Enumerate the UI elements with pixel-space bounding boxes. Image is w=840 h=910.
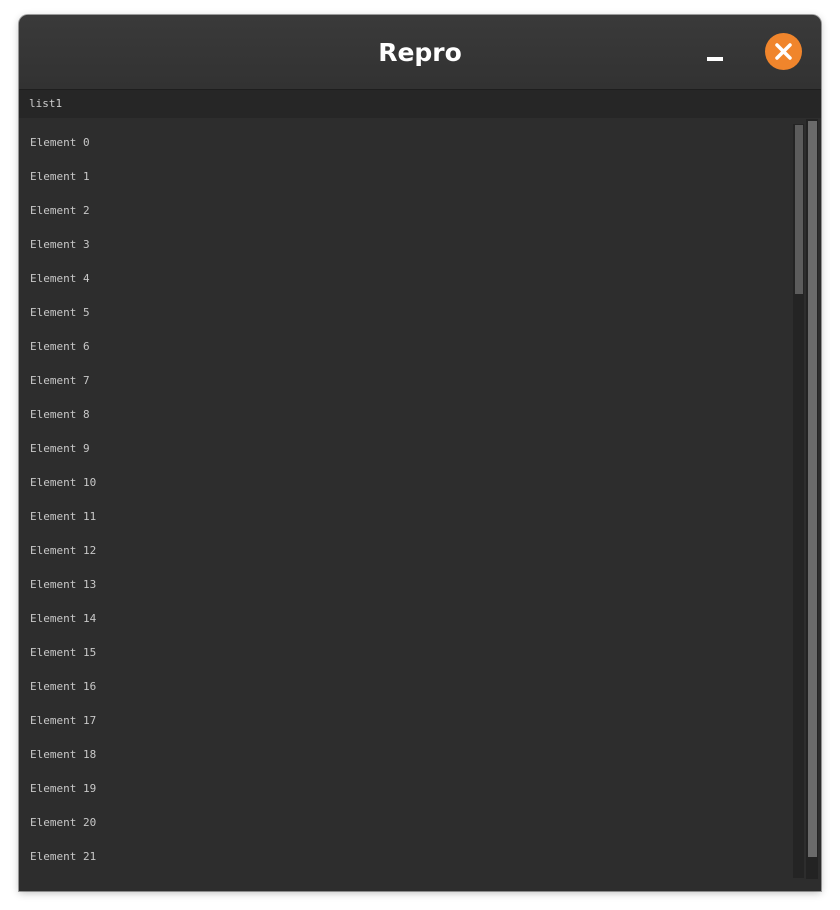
list-item[interactable]: Element 17 <box>30 711 96 731</box>
list-scrollbar-thumb[interactable] <box>795 125 803 294</box>
list-header: list1 <box>19 90 821 118</box>
list-item[interactable]: Element 1 <box>30 167 90 187</box>
list-item[interactable]: Element 16 <box>30 677 96 697</box>
element-list[interactable]: Element 0 Element 1 Element 2 Element 3 … <box>19 119 793 891</box>
list-item[interactable]: Element 15 <box>30 643 96 663</box>
app-window: Repro list1 Element 0 Element 1 Element … <box>19 15 821 891</box>
list-item[interactable]: Element 0 <box>30 133 90 153</box>
minimize-icon <box>707 57 723 61</box>
list-item[interactable]: Element 20 <box>30 813 96 833</box>
titlebar[interactable]: Repro <box>19 15 821 90</box>
list-item[interactable]: Element 21 <box>30 847 96 867</box>
list-item[interactable]: Element 6 <box>30 337 90 357</box>
list-item[interactable]: Element 10 <box>30 473 96 493</box>
list-item[interactable]: Element 12 <box>30 541 96 561</box>
list-item[interactable]: Element 8 <box>30 405 90 425</box>
list-item[interactable]: Element 2 <box>30 201 90 221</box>
list-item[interactable]: Element 18 <box>30 745 96 765</box>
close-icon <box>775 43 792 60</box>
minimize-button[interactable] <box>696 35 732 71</box>
list-item[interactable]: Element 5 <box>30 303 90 323</box>
close-button[interactable] <box>765 33 802 70</box>
list-header-label: list1 <box>29 97 63 110</box>
list-item[interactable]: Element 13 <box>30 575 96 595</box>
list-item[interactable]: Element 19 <box>30 779 96 799</box>
list-item[interactable]: Element 14 <box>30 609 96 629</box>
list-item[interactable]: Element 7 <box>30 371 90 391</box>
list-item[interactable]: Element 4 <box>30 269 90 289</box>
window-scrollbar-thumb[interactable] <box>808 121 817 857</box>
list-item[interactable]: Element 11 <box>30 507 96 527</box>
list-item[interactable]: Element 9 <box>30 439 90 459</box>
list-item[interactable]: Element 3 <box>30 235 90 255</box>
